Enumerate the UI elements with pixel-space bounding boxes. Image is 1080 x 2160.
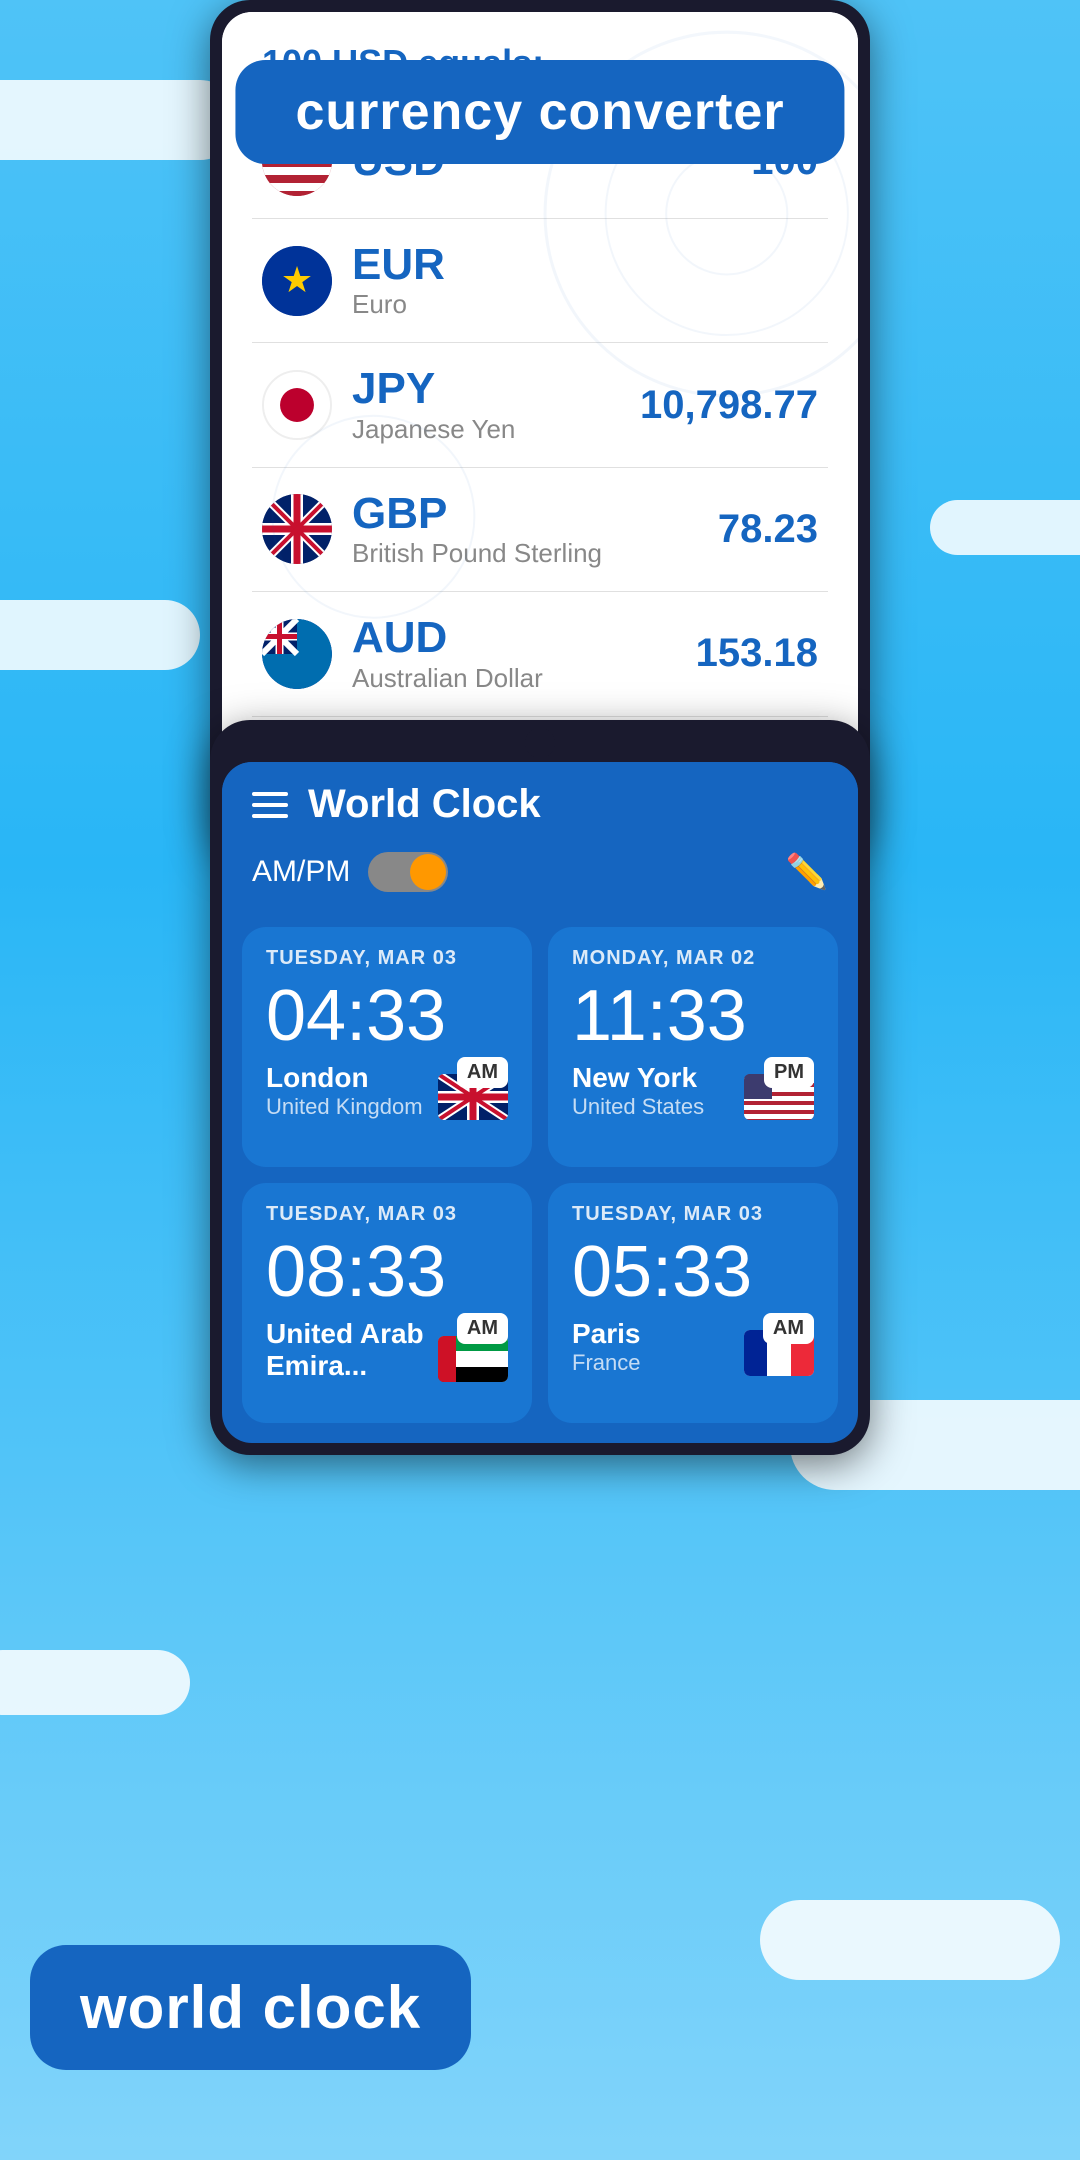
ampm-toggle-container: AM/PM (252, 852, 448, 892)
uae-date: TUESDAY, MAR 03 (266, 1203, 508, 1226)
flag-jpy (262, 370, 332, 440)
currency-code-aud: AUD (352, 614, 543, 662)
world-clock-title: World Clock (308, 782, 541, 827)
paris-ampm: AM (763, 1313, 814, 1344)
world-clock-toolbar: AM/PM ✏️ (222, 842, 858, 917)
uae-time: 08:33 (266, 1236, 508, 1308)
currency-name-aud: Australian Dollar (352, 663, 543, 694)
currency-name-gbp: British Pound Sterling (352, 538, 602, 569)
london-time: 04:33 (266, 980, 508, 1052)
cloud-7 (930, 500, 1080, 555)
paris-city: Paris (572, 1318, 641, 1350)
currency-code-eur: EUR (352, 241, 445, 289)
world-clock-label-text: world clock (80, 1974, 421, 2041)
clock-grid: TUESDAY, MAR 03 04:33 AM London United K… (222, 917, 858, 1443)
newyork-date: MONDAY, MAR 02 (572, 947, 814, 970)
world-clock-label-bubble: world clock (30, 1945, 471, 2070)
flag-gbp (262, 494, 332, 564)
ampm-label: AM/PM (252, 855, 350, 889)
edit-icon[interactable]: ✏️ (786, 852, 828, 892)
hamburger-menu-icon[interactable] (252, 792, 288, 818)
flag-aud (262, 619, 332, 689)
currency-code-gbp: GBP (352, 490, 602, 538)
paris-country: France (572, 1350, 641, 1376)
london-country: United Kingdom (266, 1094, 423, 1120)
clock-card-newyork[interactable]: MONDAY, MAR 02 11:33 PM New York United … (548, 927, 838, 1167)
uae-city: United Arab Emira... (266, 1318, 438, 1382)
newyork-time: 11:33 (572, 980, 814, 1052)
flag-eur: ★ (262, 246, 332, 316)
ampm-toggle-switch[interactable] (368, 852, 448, 892)
currency-name-jpy: Japanese Yen (352, 414, 515, 445)
currency-value-jpy: 10,798.77 (640, 383, 818, 428)
currency-name-eur: Euro (352, 289, 445, 320)
clock-card-uae[interactable]: TUESDAY, MAR 03 08:33 AM United Arab Emi… (242, 1183, 532, 1423)
currency-row-eur[interactable]: ★ EUR Euro (252, 219, 828, 343)
paris-date: TUESDAY, MAR 03 (572, 1203, 814, 1226)
world-clock-phone: World Clock AM/PM ✏️ TUESDAY, MAR 03 04:… (210, 720, 870, 1455)
newyork-city: New York (572, 1062, 704, 1094)
clock-card-london[interactable]: TUESDAY, MAR 03 04:33 AM London United K… (242, 927, 532, 1167)
toggle-thumb (410, 854, 446, 890)
cloud-4 (0, 1650, 190, 1715)
currency-row-aud[interactable]: AUD Australian Dollar 153.18 (252, 592, 828, 716)
newyork-country: United States (572, 1094, 704, 1120)
uae-ampm: AM (457, 1313, 508, 1344)
cloud-1 (0, 80, 240, 160)
world-clock-screen: World Clock AM/PM ✏️ TUESDAY, MAR 03 04:… (222, 762, 858, 1443)
currency-converter-label: currency converter (235, 60, 844, 164)
currency-row-jpy[interactable]: JPY Japanese Yen 10,798.77 (252, 343, 828, 467)
phone-notch (525, 728, 555, 758)
currency-value-gbp: 78.23 (718, 507, 818, 552)
cloud-5 (760, 1900, 1060, 1980)
currency-code-jpy: JPY (352, 365, 515, 413)
currency-value-aud: 153.18 (696, 631, 818, 676)
currency-row-gbp[interactable]: GBP British Pound Sterling 78.23 (252, 468, 828, 592)
paris-time: 05:33 (572, 1236, 814, 1308)
cloud-6 (0, 600, 200, 670)
svg-text:★: ★ (281, 259, 313, 300)
london-ampm: AM (457, 1057, 508, 1088)
clock-card-paris[interactable]: TUESDAY, MAR 03 05:33 AM Paris France (548, 1183, 838, 1423)
london-city: London (266, 1062, 423, 1094)
newyork-ampm: PM (764, 1057, 814, 1088)
london-date: TUESDAY, MAR 03 (266, 947, 508, 970)
world-clock-header: World Clock (222, 762, 858, 842)
